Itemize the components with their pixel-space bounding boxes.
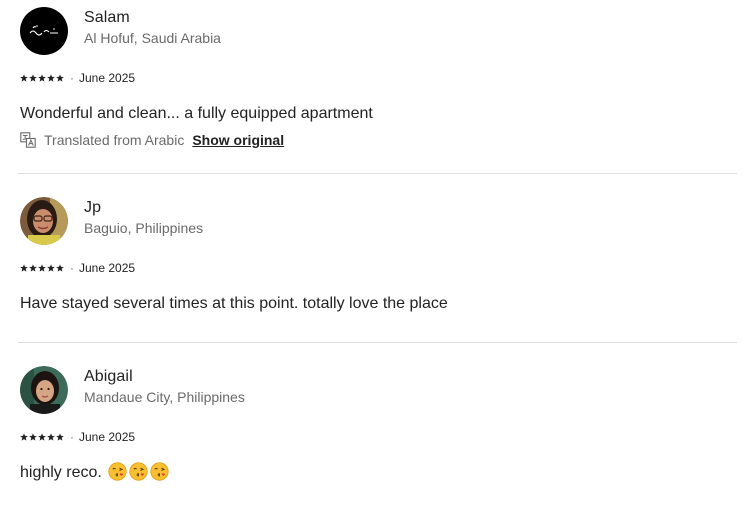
reviewer-location: Al Hofuf, Saudi Arabia [84,29,221,46]
translate-icon [20,132,36,148]
review-text: Have stayed several times at this point.… [20,295,448,312]
star-icon [47,264,55,272]
review-item: Salam Al Hofuf, Saudi Arabia · June 2025… [20,7,737,149]
star-rating [20,264,64,272]
reviewer-location: Baguio, Philippines [84,219,204,236]
review-text-content: highly reco. [20,464,102,481]
separator-dot: · [70,261,74,275]
star-icon [56,264,64,272]
star-icon [20,433,28,441]
star-icon [29,433,37,441]
star-icon [20,74,28,82]
star-icon [20,264,28,272]
kissing-face-emoji-icon [129,462,148,481]
show-original-link[interactable]: Show original [192,132,284,148]
avatar[interactable] [20,366,68,414]
translation-note: Translated from Arabic Show original [20,131,737,149]
reviewer-name: Abigail [84,367,133,385]
star-icon [29,74,37,82]
kissing-face-emoji-icon [108,462,127,481]
star-icon [29,264,37,272]
separator-dot: · [70,71,74,85]
star-icon [56,433,64,441]
reviewer-name: Salam [84,8,130,26]
divider [18,342,737,343]
star-icon [47,433,55,441]
reviewer-name: Jp [84,198,102,216]
separator-dot: · [70,430,74,444]
review-date: June 2025 [79,261,136,275]
review-item: Jp Baguio, Philippines · June 2025 Have … [20,197,737,315]
review-header: Abigail Mandaue City, Philippines [20,366,737,414]
kissing-face-emoji-icon [150,462,169,481]
review-date: June 2025 [79,71,136,85]
star-icon [38,264,46,272]
star-rating [20,433,64,441]
star-icon [38,433,46,441]
divider [18,173,737,174]
review-header: Salam Al Hofuf, Saudi Arabia [20,7,737,55]
review-text: highly reco. [20,462,737,484]
star-icon [38,74,46,82]
avatar[interactable] [20,7,68,55]
reviewer-location: Mandaue City, Philippines [84,388,245,405]
review-date: June 2025 [79,430,136,444]
review-meta: · June 2025 [20,430,737,444]
translation-label: Translated from Arabic [44,132,185,148]
review-item: Abigail Mandaue City, Philippines · June… [20,366,737,484]
review-meta: · June 2025 [20,261,737,275]
avatar[interactable] [20,197,68,245]
review-meta: · June 2025 [20,71,737,85]
star-rating [20,74,64,82]
star-icon [56,74,64,82]
review-header: Jp Baguio, Philippines [20,197,737,245]
star-icon [47,74,55,82]
review-text: Wonderful and clean... a fully equipped … [20,105,373,122]
